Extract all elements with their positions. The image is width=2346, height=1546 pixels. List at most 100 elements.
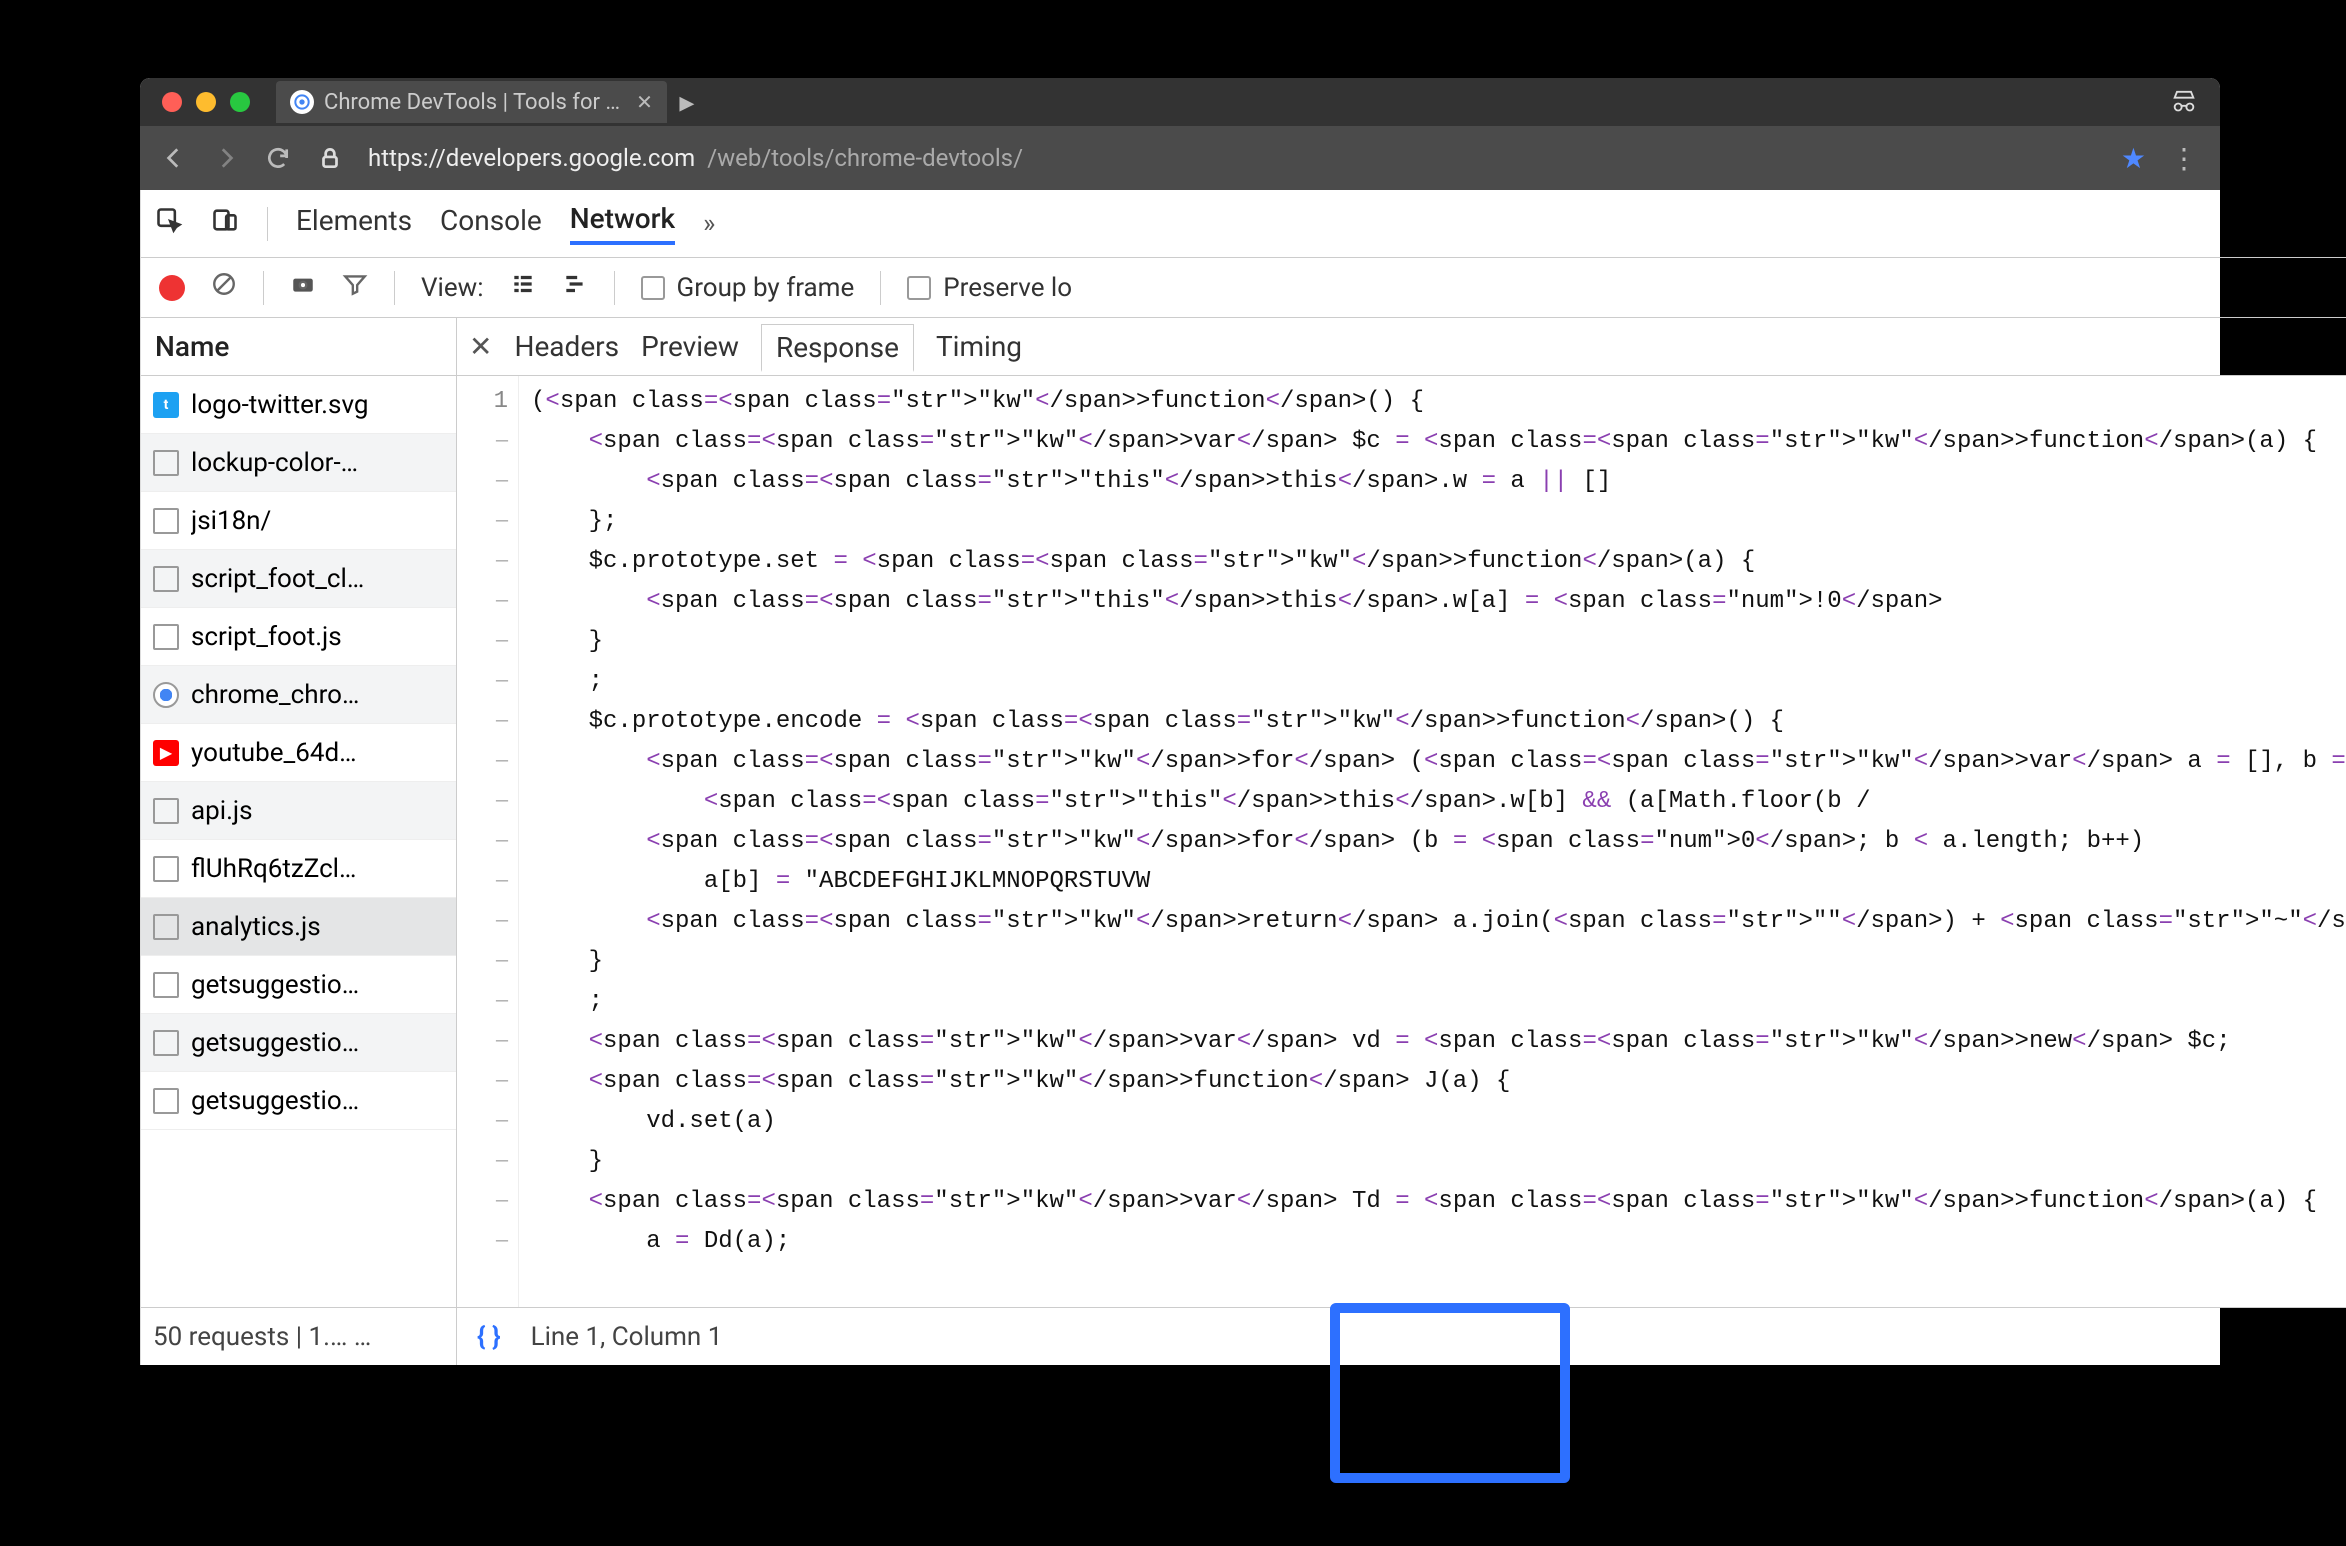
response-tab-timing[interactable]: Timing — [936, 330, 1022, 363]
request-list[interactable]: t logo-twitter.svg lockup-color-… jsi18n/sc… — [141, 376, 456, 1307]
url-field[interactable]: https://developers.google.com/web/tools/… — [368, 144, 2097, 172]
tab-network[interactable]: Network — [570, 202, 675, 245]
response-footer: { } Line 1, Column 1 — [457, 1307, 2346, 1365]
request-row[interactable]: script_foot_cl… — [141, 550, 456, 608]
reload-button[interactable] — [264, 144, 292, 172]
request-row[interactable]: t logo-twitter.svg — [141, 376, 456, 434]
preserve-log-label: Preserve lo — [943, 273, 1072, 303]
request-name: logo-twitter.svg — [191, 390, 368, 420]
url-path: /web/tools/chrome-devtools/ — [707, 144, 1023, 172]
browser-menu-button[interactable]: ⋮ — [2170, 142, 2200, 175]
request-row[interactable]: api.js — [141, 782, 456, 840]
tab-console[interactable]: Console — [440, 204, 542, 243]
request-row[interactable]: analytics.js — [141, 898, 456, 956]
back-button[interactable] — [160, 144, 188, 172]
request-list-column: Name t logo-twitter.svg lockup-color-… jsi1… — [141, 318, 457, 1365]
tab-strip: Chrome DevTools | Tools for … ✕ ▸ — [140, 78, 2220, 126]
network-split-view: Name t logo-twitter.svg lockup-color-… jsi1… — [141, 318, 2346, 1365]
tab-elements[interactable]: Elements — [296, 204, 412, 243]
window-controls — [140, 92, 250, 112]
browser-window: Chrome DevTools | Tools for … ✕ ▸ https:… — [140, 78, 2220, 1365]
view-label: View: — [421, 273, 484, 303]
record-button[interactable] — [159, 275, 185, 301]
response-tab-headers[interactable]: Headers — [514, 330, 619, 363]
request-name: script_foot.js — [191, 622, 342, 652]
tab-favicon-icon — [290, 90, 314, 114]
response-tab-response[interactable]: Response — [761, 324, 914, 372]
request-name: getsuggestio… — [191, 1028, 359, 1058]
file-icon: ▶ — [153, 740, 179, 766]
secure-icon — [316, 144, 344, 172]
incognito-icon — [2170, 86, 2198, 118]
request-row[interactable]: ▶ youtube_64d… — [141, 724, 456, 782]
file-icon — [153, 566, 179, 592]
response-tabs: ✕ Headers Preview Response Timing — [457, 318, 2346, 376]
devtools-panel: Elements Console Network » ✕ 1 ⋮ ✕ — [140, 190, 2346, 1365]
pretty-print-button[interactable]: { } — [477, 1322, 501, 1352]
request-row[interactable]: flUhRq6tzZcl… — [141, 840, 456, 898]
request-name: lockup-color-… — [191, 448, 358, 478]
tab-title: Chrome DevTools | Tools for … — [324, 90, 620, 115]
main-content: Web SIGN IN Tools for Web Developers Pro… — [140, 190, 2220, 1365]
request-name: api.js — [191, 796, 253, 826]
request-row[interactable]: lockup-color-… — [141, 434, 456, 492]
file-icon — [153, 856, 179, 882]
file-icon — [153, 508, 179, 534]
file-icon — [153, 798, 179, 824]
clear-button[interactable] — [211, 271, 237, 304]
request-name: chrome_chro… — [191, 680, 359, 710]
line-gutter: 1————————————————————— — [457, 376, 519, 1307]
request-summary: 50 requests | 1.… … — [141, 1307, 456, 1365]
request-row[interactable]: jsi18n/ — [141, 492, 456, 550]
file-icon — [153, 624, 179, 650]
file-icon — [153, 914, 179, 940]
more-tabs-icon[interactable]: » — [703, 209, 715, 239]
request-row[interactable]: script_foot.js — [141, 608, 456, 666]
devtools-tabs: Elements Console Network » ✕ 1 ⋮ ✕ — [141, 190, 2346, 258]
file-icon: t — [153, 392, 179, 418]
request-row[interactable]: chrome_chro… — [141, 666, 456, 724]
bookmark-star-icon[interactable]: ★ — [2121, 142, 2146, 175]
request-row[interactable]: getsuggestio… — [141, 1014, 456, 1072]
request-list-header[interactable]: Name — [141, 318, 456, 376]
response-panel: ✕ Headers Preview Response Timing 1—————… — [457, 318, 2346, 1365]
request-name: getsuggestio… — [191, 970, 359, 1000]
request-row[interactable]: getsuggestio… — [141, 1072, 456, 1130]
file-icon — [153, 1088, 179, 1114]
request-name: analytics.js — [191, 912, 321, 942]
browser-tab[interactable]: Chrome DevTools | Tools for … ✕ — [276, 81, 667, 123]
preserve-log-checkbox[interactable]: Preserve lo — [907, 273, 1072, 303]
request-name: youtube_64d… — [191, 738, 357, 768]
url-bar: https://developers.google.com/web/tools/… — [140, 126, 2220, 190]
screenshot-icon[interactable] — [290, 271, 316, 304]
inspect-element-icon[interactable] — [155, 206, 183, 241]
list-view-icon[interactable] — [510, 271, 536, 304]
close-response-icon[interactable]: ✕ — [469, 330, 492, 363]
url-host: https://developers.google.com — [368, 144, 695, 172]
request-name: script_foot_cl… — [191, 564, 364, 594]
forward-button[interactable] — [212, 144, 240, 172]
group-by-frame-label: Group by frame — [677, 273, 855, 303]
close-window-button[interactable] — [162, 92, 182, 112]
zoom-window-button[interactable] — [230, 92, 250, 112]
group-by-frame-checkbox[interactable]: Group by frame — [641, 273, 855, 303]
new-tab-button[interactable]: ▸ — [667, 85, 707, 120]
file-icon — [153, 682, 179, 708]
tab-close-icon[interactable]: ✕ — [636, 90, 653, 114]
request-name: jsi18n/ — [191, 506, 271, 536]
response-code-area[interactable]: 1————————————————————— (<span class=<spa… — [457, 376, 2346, 1307]
cursor-position: Line 1, Column 1 — [531, 1322, 723, 1352]
request-name: flUhRq6tzZcl… — [191, 854, 356, 884]
file-icon — [153, 972, 179, 998]
waterfall-view-icon[interactable] — [562, 271, 588, 304]
request-row[interactable]: getsuggestio… — [141, 956, 456, 1014]
file-icon — [153, 1030, 179, 1056]
request-name: getsuggestio… — [191, 1086, 359, 1116]
response-tab-preview[interactable]: Preview — [641, 330, 739, 363]
device-toggle-icon[interactable] — [211, 206, 239, 241]
minimize-window-button[interactable] — [196, 92, 216, 112]
filter-icon[interactable] — [342, 271, 368, 304]
network-toolbar: View: Group by frame Preserve lo — [141, 258, 2346, 318]
response-code: (<span class=<span class="str">"kw"</spa… — [519, 376, 2346, 1307]
file-icon — [153, 450, 179, 476]
